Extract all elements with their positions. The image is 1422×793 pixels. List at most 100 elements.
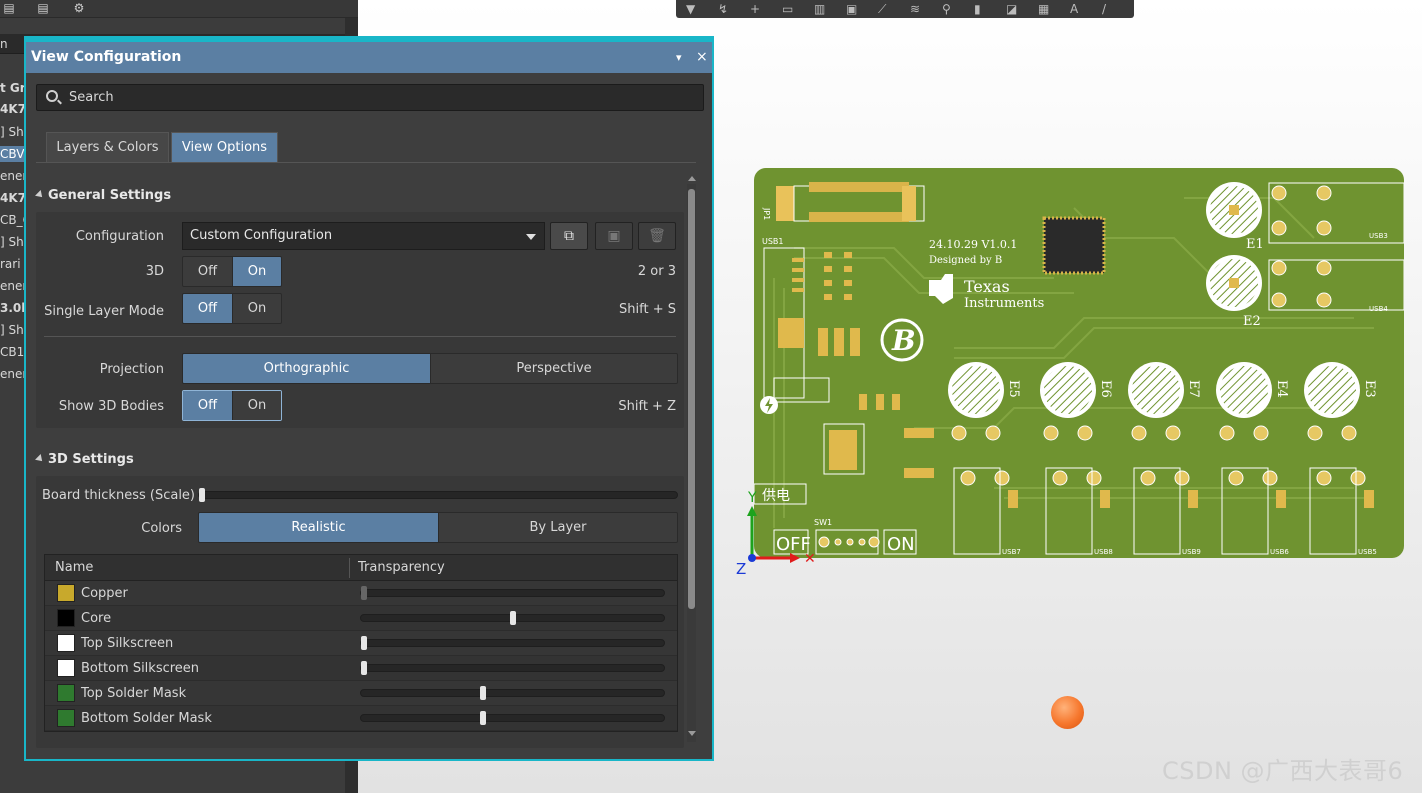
transparency-column-header[interactable]: Transparency <box>358 555 445 581</box>
scroll-down-icon[interactable] <box>688 731 696 736</box>
add-icon[interactable]: + <box>750 2 782 16</box>
panel-title: View Configuration <box>31 49 182 65</box>
perspective-button[interactable]: Perspective <box>430 354 677 383</box>
svg-text:E5: E5 <box>1006 380 1021 398</box>
transparency-slider[interactable] <box>360 711 665 725</box>
color-swatch[interactable] <box>57 684 75 702</box>
board-thickness-handle[interactable] <box>199 488 205 502</box>
pcb-board-render[interactable]: JP1 USB1 24.10.29 V1.0.1 Designed by B T… <box>754 168 1404 558</box>
svg-text:E4: E4 <box>1274 380 1289 398</box>
save-as-config-button[interactable]: ⧉ <box>550 222 588 250</box>
table-row[interactable]: Top Silkscreen <box>45 631 677 656</box>
color-swatch[interactable] <box>57 634 75 652</box>
transparency-handle[interactable] <box>361 586 367 600</box>
fill-icon[interactable]: ▮ <box>974 2 1006 16</box>
folder-icon[interactable]: ▤ <box>2 1 16 15</box>
show-3d-bodies-off-button[interactable]: Off <box>183 391 232 420</box>
realistic-button[interactable]: Realistic <box>199 513 438 542</box>
project-tree-item[interactable]: rari <box>0 256 21 272</box>
component-icon[interactable]: ▣ <box>846 2 878 16</box>
electrolytic-cap <box>952 366 1000 414</box>
project-tree-item[interactable]: 4K7 <box>0 101 26 117</box>
project-tree-item[interactable]: t Gr <box>0 80 26 96</box>
tab-view-options[interactable]: View Options <box>171 132 278 162</box>
3d-settings-header[interactable]: 3D Settings <box>36 452 134 467</box>
search-placeholder: Search <box>69 90 114 105</box>
table-row[interactable]: Top Solder Mask <box>45 681 677 706</box>
align-icon[interactable]: ▥ <box>814 2 846 16</box>
route-icon[interactable]: ↯ <box>718 2 750 16</box>
layer-name: Bottom Silkscreen <box>81 661 200 676</box>
transparency-slider[interactable] <box>360 636 665 650</box>
scrollbar-thumb[interactable] <box>688 189 695 609</box>
electrolytic-cap <box>1308 366 1356 414</box>
transparency-handle[interactable] <box>480 686 486 700</box>
svg-text:E1: E1 <box>1246 237 1264 252</box>
single-layer-toggle: Off On <box>182 293 282 324</box>
track-icon[interactable]: ⟋ <box>878 2 910 16</box>
close-icon[interactable]: × <box>696 42 708 73</box>
svg-text:USB9: USB9 <box>1182 548 1201 556</box>
show-3d-bodies-on-button[interactable]: On <box>232 391 281 420</box>
region-icon[interactable]: ◪ <box>1006 2 1038 16</box>
transparency-handle[interactable] <box>361 636 367 650</box>
layer-name: Core <box>81 611 112 626</box>
filter-icon[interactable]: ▼ <box>686 2 718 16</box>
single-layer-on-button[interactable]: On <box>232 294 281 323</box>
section-divider <box>44 336 676 337</box>
transparency-slider[interactable] <box>360 586 665 600</box>
name-column-header[interactable]: Name <box>55 555 93 581</box>
panel-scrollbar[interactable] <box>687 176 696 742</box>
by-layer-button[interactable]: By Layer <box>438 513 677 542</box>
project-tree-item[interactable]: 4K7 <box>0 190 26 206</box>
svg-text:✕: ✕ <box>804 551 814 567</box>
settings-folder-icon[interactable]: ▤ <box>36 1 50 15</box>
3d-origin-marker[interactable] <box>1051 696 1084 729</box>
transparency-slider[interactable] <box>360 611 665 625</box>
table-row[interactable]: Core <box>45 606 677 631</box>
table-row[interactable]: Bottom Solder Mask <box>45 706 677 731</box>
transparency-handle[interactable] <box>480 711 486 725</box>
orthographic-button[interactable]: Orthographic <box>183 354 430 383</box>
dimension-icon[interactable]: ▦ <box>1038 2 1070 16</box>
colors-label: Colors <box>141 521 182 536</box>
configuration-label: Configuration <box>75 229 164 244</box>
svg-text:ON: ON <box>887 534 915 555</box>
transparency-slider[interactable] <box>360 661 665 675</box>
board-thickness-slider[interactable] <box>198 488 678 502</box>
color-swatch[interactable] <box>57 584 75 602</box>
line-icon[interactable]: / <box>1102 2 1134 16</box>
configuration-select[interactable]: Custom Configuration <box>182 222 545 250</box>
search-input[interactable]: Search <box>36 84 704 111</box>
transparency-handle[interactable] <box>361 661 367 675</box>
tab-layers-colors[interactable]: Layers & Colors <box>46 132 169 162</box>
3d-on-button[interactable]: On <box>232 257 281 286</box>
transparency-handle[interactable] <box>510 611 516 625</box>
select-rect-icon[interactable]: ▭ <box>782 2 814 16</box>
general-settings-header[interactable]: General Settings <box>36 188 171 203</box>
via-icon[interactable]: ⚲ <box>942 2 974 16</box>
pin-icon[interactable]: ▾ <box>676 42 682 73</box>
save-config-button[interactable]: ▣ <box>595 222 633 250</box>
table-row[interactable]: Copper <box>45 581 677 606</box>
layer-name: Bottom Solder Mask <box>81 711 212 726</box>
svg-text:E2: E2 <box>1243 314 1261 329</box>
transparency-slider[interactable] <box>360 686 665 700</box>
gear-icon[interactable]: ⚙ <box>72 1 86 15</box>
view-configuration-panel: View Configuration ▾ × Search Layers & C… <box>24 36 714 761</box>
projection-label: Projection <box>99 362 164 377</box>
svg-text:JP1: JP1 <box>762 207 771 220</box>
3d-off-button[interactable]: Off <box>183 257 232 286</box>
svg-text:USB5: USB5 <box>1358 548 1377 556</box>
single-layer-off-button[interactable]: Off <box>183 294 232 323</box>
delete-config-button[interactable]: 🗑 <box>638 222 676 250</box>
table-row[interactable]: Bottom Silkscreen <box>45 656 677 681</box>
usb1-label: USB1 <box>762 237 784 246</box>
color-swatch[interactable] <box>57 709 75 727</box>
color-swatch[interactable] <box>57 609 75 627</box>
text-icon[interactable]: A <box>1070 2 1102 16</box>
color-swatch[interactable] <box>57 659 75 677</box>
scroll-up-icon[interactable] <box>688 176 696 181</box>
bus-icon[interactable]: ≋ <box>910 2 942 16</box>
electrolytic-cap <box>1132 366 1180 414</box>
